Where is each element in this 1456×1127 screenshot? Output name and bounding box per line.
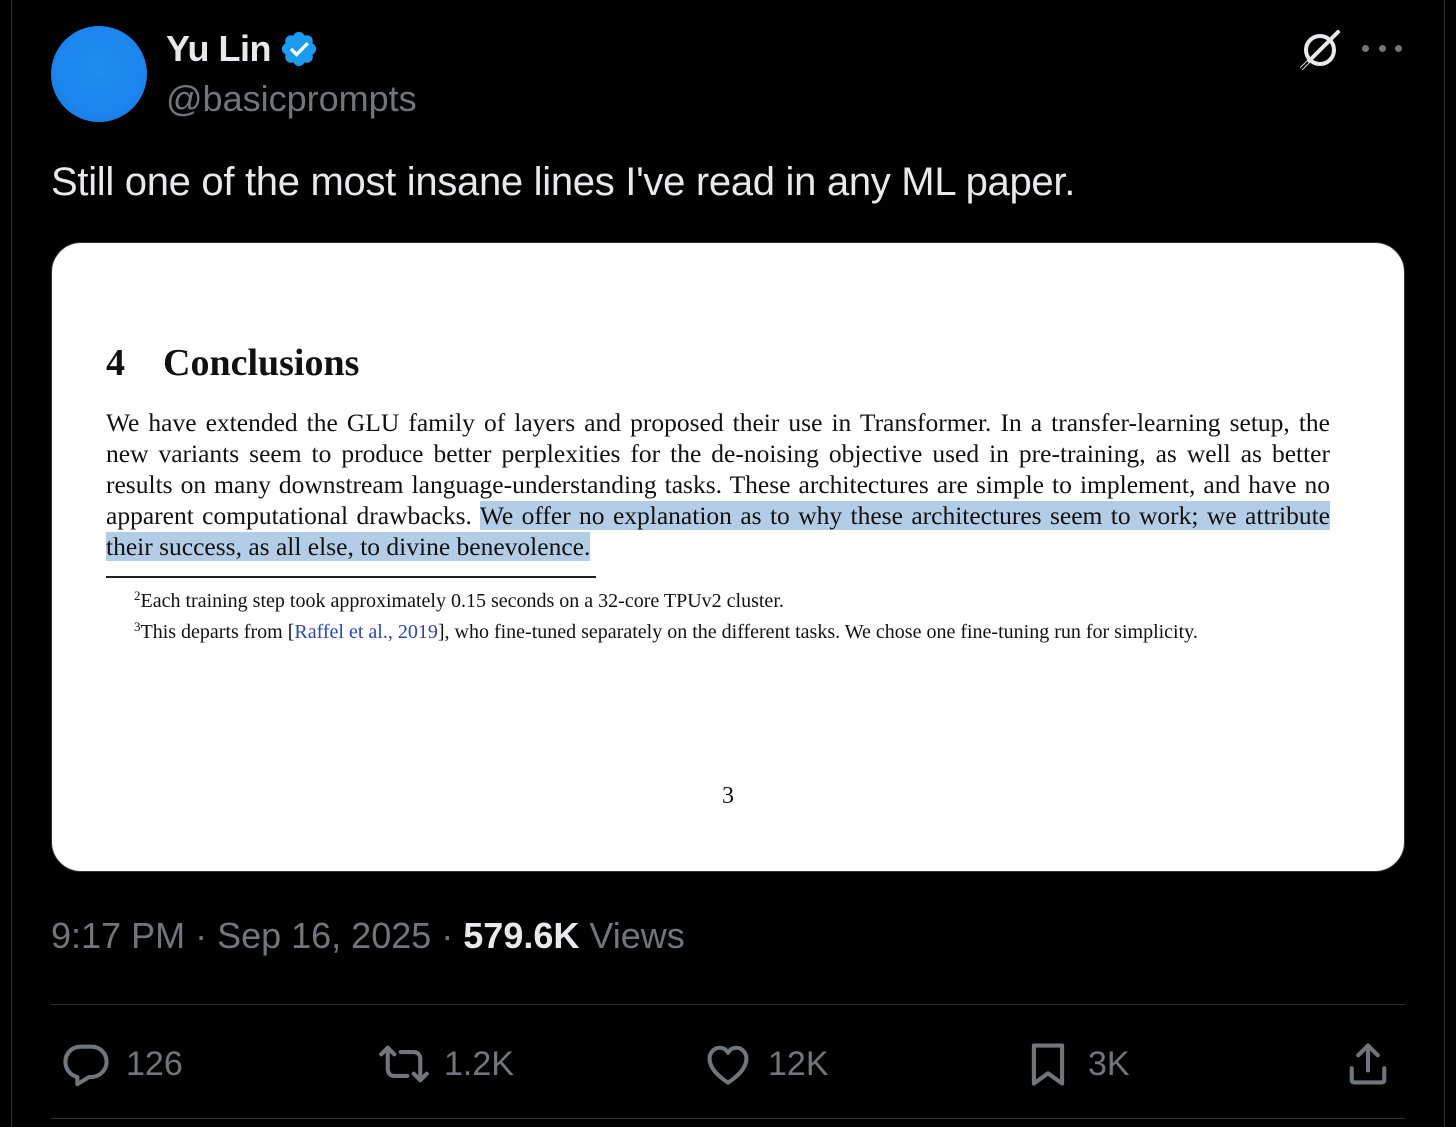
share-icon — [1349, 1043, 1387, 1085]
footnote-citation-link: Raffel et al., 2019 — [294, 621, 438, 643]
tweet-meta: 9:17 PM · Sep 16, 2025 · 579.6K Views — [51, 915, 685, 957]
paper-page-number: 3 — [722, 783, 734, 809]
like-count: 12K — [768, 1044, 829, 1083]
author-handle[interactable]: @basicprompts — [166, 78, 417, 120]
paper-footnotes: 2Each training step took approximately 0… — [106, 583, 1330, 645]
frame-border-left — [11, 0, 12, 1127]
divider — [51, 1004, 1405, 1005]
footnote-text: Each training step took approximately 0.… — [140, 590, 784, 612]
repost-button[interactable]: 1.2K — [378, 1036, 514, 1092]
footnote-2: 2Each training step took approximately 0… — [106, 583, 1330, 614]
more-dot — [1362, 44, 1369, 52]
reply-icon — [63, 1044, 109, 1087]
like-button[interactable]: 12K — [702, 1036, 829, 1092]
paper-section-number: 4 — [106, 342, 125, 384]
bookmark-button[interactable]: 3K — [1022, 1036, 1130, 1092]
grok-icon[interactable] — [1298, 28, 1342, 72]
like-icon — [707, 1045, 749, 1085]
repost-count: 1.2K — [444, 1044, 514, 1083]
footnote-3: 3This departs from [Raffel et al., 2019]… — [106, 614, 1330, 645]
paper-section-title: Conclusions — [163, 342, 360, 384]
author-name[interactable]: Yu Lin — [166, 28, 272, 70]
repost-icon — [379, 1045, 429, 1083]
meta-separator: · — [431, 915, 464, 956]
divider — [51, 1118, 1405, 1119]
author-name-row[interactable]: Yu Lin — [166, 28, 319, 70]
more-dot — [1378, 44, 1386, 52]
tweet-date[interactable]: Sep 16, 2025 — [217, 915, 431, 956]
meta-separator: · — [185, 915, 218, 956]
reply-count: 126 — [126, 1044, 183, 1083]
views-label[interactable]: Views — [579, 915, 684, 956]
frame-border-right — [1444, 0, 1445, 1127]
tweet-time[interactable]: 9:17 PM — [51, 915, 185, 956]
reply-button[interactable]: 126 — [60, 1036, 183, 1092]
footnote-rule — [106, 576, 596, 578]
verified-badge-icon — [281, 31, 317, 67]
tweet-text: Still one of the most insane lines I've … — [51, 160, 1076, 204]
more-options-icon[interactable] — [1362, 36, 1402, 60]
footnote-text-after: ], who fine-tuned separately on the diff… — [437, 621, 1198, 643]
views-count[interactable]: 579.6K — [463, 915, 579, 956]
share-button[interactable] — [1342, 1036, 1394, 1092]
avatar[interactable] — [51, 26, 147, 122]
bookmark-icon — [1031, 1043, 1065, 1086]
more-dot — [1395, 44, 1402, 52]
paper-section-heading: 4 Conclusions — [106, 341, 359, 385]
footnote-text-before: This departs from [ — [140, 621, 295, 643]
paper-conclusion-paragraph: We have extended the GLU family of layer… — [106, 407, 1331, 562]
tweet-media-image[interactable]: 4 Conclusions We have extended the GLU fa… — [51, 242, 1405, 872]
bookmark-count: 3K — [1088, 1044, 1130, 1083]
